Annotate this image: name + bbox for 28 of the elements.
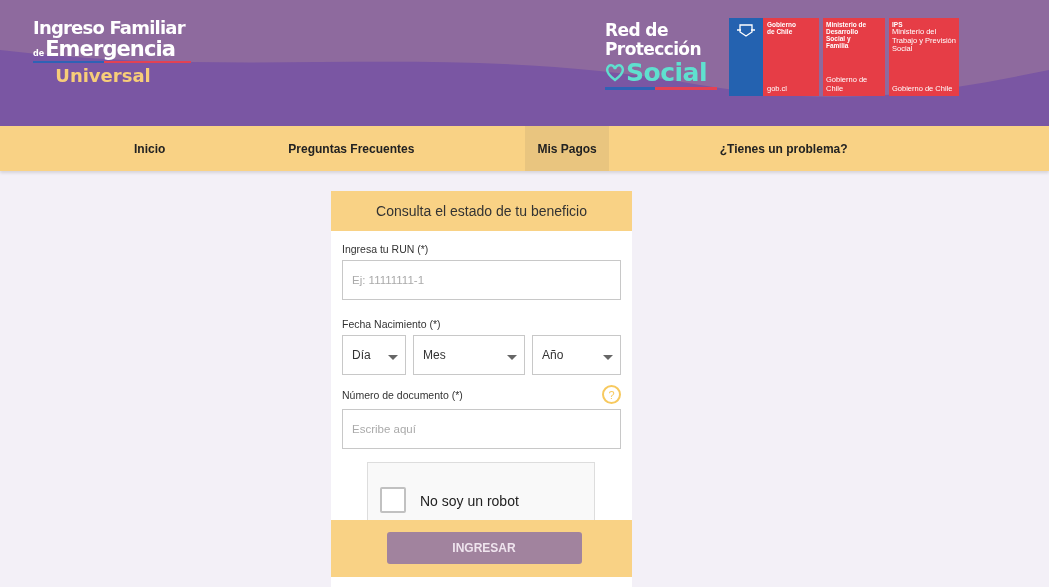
caret-icon xyxy=(507,354,517,360)
field-label: Ingresa tu RUN (*) xyxy=(342,243,430,255)
caret-icon xyxy=(388,354,398,360)
nav-link[interactable]: ¿Tienes un problema? xyxy=(707,126,860,171)
logo-text: Social xyxy=(626,59,707,87)
date-select[interactable]: Mes xyxy=(413,335,525,375)
logo-text: Ingreso Familiar xyxy=(33,18,187,38)
heart-icon xyxy=(605,64,625,82)
logo-text: Red de xyxy=(605,21,669,40)
captcha-checkbox[interactable] xyxy=(380,487,406,513)
captcha-label: No soy un robot xyxy=(420,493,519,509)
form-title: Consulta el estado de tu beneficio xyxy=(331,191,632,231)
date-select[interactable]: Día xyxy=(342,335,406,375)
logo-text: Emergencia xyxy=(45,38,176,60)
program-logo[interactable]: Ingreso Familiar de Emergencia Universal xyxy=(33,18,193,86)
field-label: Número de documento (*) xyxy=(342,388,463,401)
logo-text: de xyxy=(33,49,45,58)
logo-text: Universal xyxy=(54,65,152,86)
nav-link[interactable]: Inicio xyxy=(122,126,178,171)
nav-link[interactable]: Mis Pagos xyxy=(525,126,609,171)
document-input[interactable]: Escribe aquí xyxy=(342,409,621,449)
run-input[interactable]: Ej: 11111111-1 xyxy=(342,260,621,300)
nav-link[interactable]: Preguntas Frecuentes xyxy=(276,126,427,171)
logo-text: Protección xyxy=(605,40,702,59)
field-label: Fecha Nacimiento (*) xyxy=(342,318,442,330)
caret-icon xyxy=(603,354,613,360)
crest-icon xyxy=(736,22,756,38)
date-select[interactable]: Año xyxy=(532,335,621,375)
